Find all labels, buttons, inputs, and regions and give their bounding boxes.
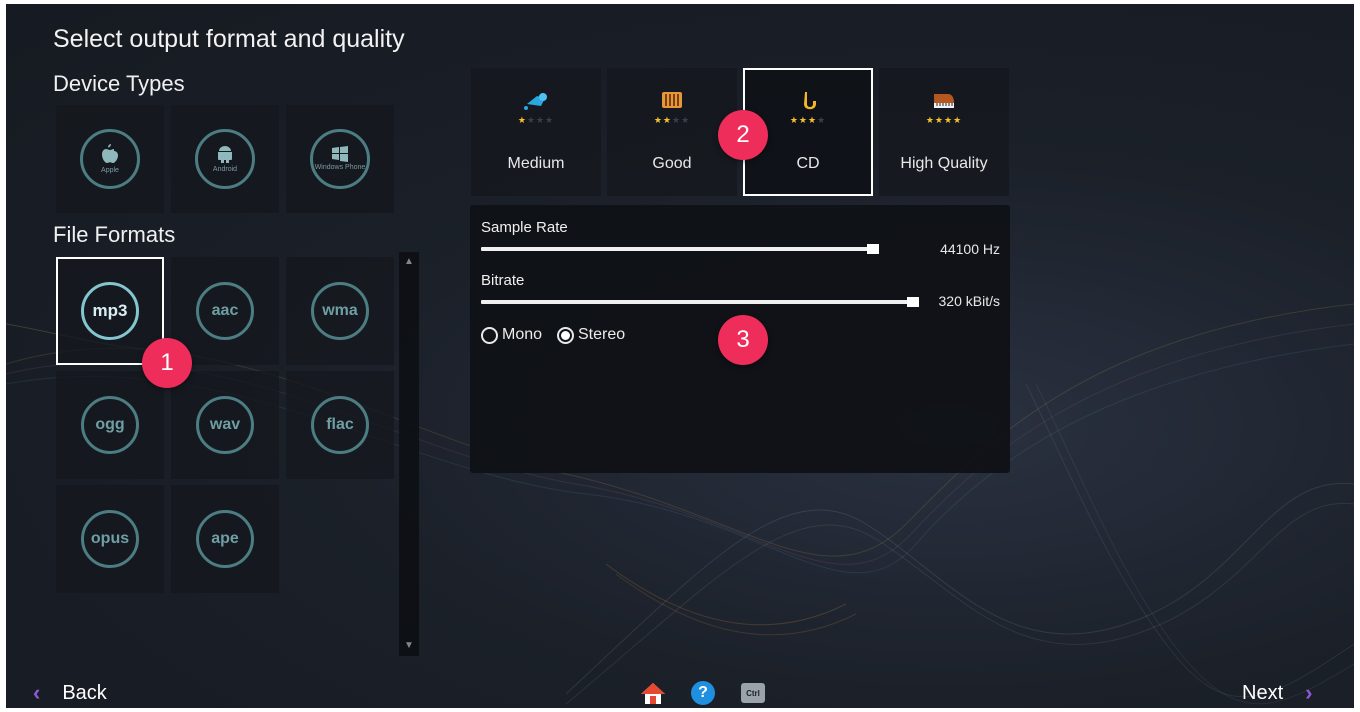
- bitrate-label: Bitrate: [481, 272, 525, 289]
- format-tile-ape[interactable]: ape: [171, 485, 279, 593]
- next-label: Next: [1242, 681, 1284, 704]
- quality-stars-medium: ★★★★: [517, 115, 555, 125]
- quality-tile-high-quality[interactable]: ★★★★ High Quality: [879, 68, 1009, 196]
- format-tile-wma[interactable]: wma: [286, 257, 394, 365]
- mono-label: Mono: [502, 326, 543, 343]
- windows-icon: Windows Phone: [310, 129, 370, 189]
- format-tile-opus[interactable]: opus: [56, 485, 164, 593]
- help-icon[interactable]: ?: [690, 680, 716, 706]
- device-tile-android[interactable]: Android: [171, 105, 279, 213]
- quality-stars-good: ★★★★: [653, 115, 691, 125]
- device-label-apple: Apple: [101, 167, 119, 174]
- back-button[interactable]: ‹ Back: [33, 680, 107, 706]
- piano-icon: [931, 90, 957, 112]
- back-label: Back: [62, 681, 107, 704]
- ctrl-key: Ctrl: [741, 683, 765, 703]
- mono-radio[interactable]: Mono: [481, 326, 542, 344]
- stereo-radio-dot: [561, 330, 570, 340]
- device-types-heading: Device Types: [53, 71, 185, 96]
- format-label-ogg: ogg: [81, 396, 139, 454]
- format-label-ape: ape: [196, 510, 254, 568]
- format-label-aac: aac: [196, 282, 254, 340]
- saxophone-icon: [797, 90, 819, 112]
- quality-stars-high-quality: ★★★★: [925, 115, 963, 125]
- device-tile-windows-phone[interactable]: Windows Phone: [286, 105, 394, 213]
- quality-label-good: Good: [652, 155, 692, 172]
- quality-label-cd: CD: [796, 155, 820, 172]
- callout-badge-2: 2: [718, 110, 768, 160]
- callout-badge-3: 3: [718, 315, 768, 365]
- sample-rate-slider[interactable]: [481, 247, 879, 251]
- device-tile-apple[interactable]: Apple: [56, 105, 164, 213]
- stereo-radio[interactable]: Stereo: [557, 326, 625, 344]
- android-icon: Android: [195, 129, 255, 189]
- format-tile-wav[interactable]: wav: [171, 371, 279, 479]
- home-icon[interactable]: [640, 680, 666, 706]
- bitrate-value: 320 kBit/s: [938, 293, 1000, 309]
- apple-icon: Apple: [80, 129, 140, 189]
- device-label-windows-phone: Windows Phone: [314, 164, 366, 171]
- format-label-opus: opus: [81, 510, 139, 568]
- chevron-right-icon: ›: [1305, 680, 1313, 705]
- quality-label-medium: Medium: [507, 155, 565, 172]
- sample-rate-label: Sample Rate: [481, 219, 568, 236]
- converter-window: Select output format and quality Device …: [6, 4, 1354, 708]
- format-tile-ogg[interactable]: ogg: [56, 371, 164, 479]
- quality-stars-cd: ★★★★: [789, 115, 827, 125]
- stereo-label: Stereo: [578, 326, 626, 343]
- bitrate-slider[interactable]: [481, 300, 919, 304]
- medium-quality-icon: [523, 90, 549, 112]
- format-tile-flac[interactable]: flac: [286, 371, 394, 479]
- stereo-radio-circle: [557, 326, 574, 344]
- help-badge: ?: [691, 681, 715, 705]
- chevron-left-icon: ‹: [33, 680, 41, 705]
- sample-rate-slider-thumb[interactable]: [867, 244, 879, 254]
- format-label-wav: wav: [196, 396, 254, 454]
- scroll-down-icon[interactable]: ▼: [399, 638, 419, 654]
- page-title: Select output format and quality: [53, 25, 405, 53]
- sample-rate-value: 44100 Hz: [940, 241, 1000, 257]
- device-label-android: Android: [212, 166, 238, 173]
- next-button[interactable]: Next ›: [1242, 680, 1312, 706]
- scroll-up-icon[interactable]: ▲: [399, 254, 419, 270]
- file-formats-heading: File Formats: [53, 222, 176, 247]
- formats-scrollbar[interactable]: ▲ ▼: [399, 252, 419, 656]
- format-label-wma: wma: [311, 282, 369, 340]
- quality-label-high-quality: High Quality: [900, 155, 988, 172]
- good-quality-icon: [660, 90, 684, 112]
- ctrl-icon[interactable]: Ctrl: [740, 680, 766, 706]
- format-label-mp3: mp3: [81, 282, 139, 340]
- callout-badge-1: 1: [142, 338, 192, 388]
- bitrate-slider-thumb[interactable]: [907, 297, 919, 307]
- quality-tile-medium[interactable]: ★★★★ Medium: [471, 68, 601, 196]
- format-label-flac: flac: [311, 396, 369, 454]
- mono-radio-circle: [481, 326, 498, 344]
